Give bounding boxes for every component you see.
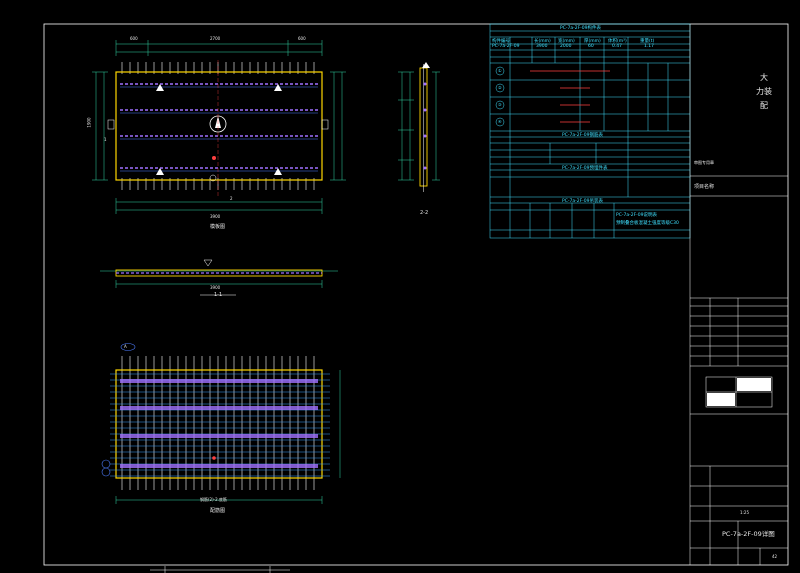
title-heading-2: 力装 [756,87,772,96]
section-2-2-caption: 2-2 [420,210,429,216]
cad-drawing-canvas [43,23,789,573]
rebar-table-title: PC-7a-2F-09钢筋表 [562,133,604,138]
lifting-point-icon [156,84,282,175]
sheet-border [43,23,789,566]
scale-label: 1:25 [740,510,749,515]
schedule-tables [489,23,691,239]
page-number: 42 [772,554,778,559]
rebar-axis-a: A [124,344,127,349]
title-heading-3: 配 [760,101,768,110]
rebar-row-1: ① [498,68,502,73]
plan-caption: 模板图 [210,224,226,230]
plan-dim-right: 600 [298,36,306,41]
panel-cell-1: PC-7a-2F-09 [492,44,520,49]
embed-table-title: PC-7a-2F-09预埋件表 [562,166,608,171]
panel-cell-2: 3900 [536,44,548,49]
plan-dim-mid: 2700 [210,36,221,41]
section-1-1-caption: 1-1 [214,292,223,298]
panel-cell-5: 0.47 [612,44,623,49]
plan-axis-2: 2 [230,196,233,201]
note-table-title: PC-7a-2F-09说明表 [616,213,658,218]
rebar-shape-marks [530,70,610,123]
rebar-row-4: ④ [498,119,502,124]
rebar-note: 钢筋(2)-2.底筋 [200,497,227,502]
panel-cell-4: 60 [588,44,594,49]
plan-axis-1: 1 [104,137,107,142]
panel-table-title: PC-7a-2F-09构件表 [560,26,602,31]
plan-dim-total: 3900 [210,214,221,219]
section-1-1-dim: 3900 [210,285,221,290]
rebar-row-3: ③ [498,102,502,107]
lift-table-title: PC-7a-2F-09吊装表 [562,199,604,204]
note-text: 预制叠合板混凝土强度等级C30 [616,221,679,226]
section-2-2 [398,62,440,192]
plan-view [92,40,346,214]
rebar-row-2: ② [498,85,502,90]
rebar-view [101,343,341,504]
panel-cell-3: 2000 [560,44,572,49]
project-label: 项目名称 [694,184,715,190]
plan-dim-left: 600 [130,36,138,41]
sheet-label: PC-7a-2F-09详图 [722,530,775,538]
panel-cell-6: 1.17 [644,44,655,49]
rebar-caption: 配筋图 [210,508,226,514]
plan-dim-height: 1900 [86,117,92,128]
stamp-note: 审图专用章 [694,160,714,165]
title-block [689,24,788,565]
title-heading-1: 大 [760,73,768,82]
